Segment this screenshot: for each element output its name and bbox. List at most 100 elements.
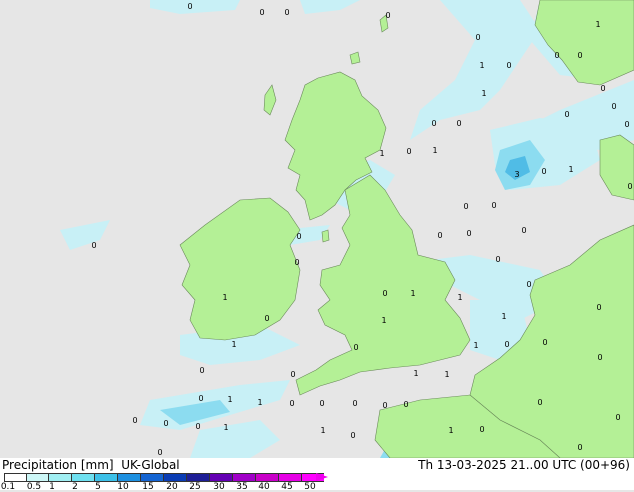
legend-swatch: [209, 473, 232, 482]
legend-swatch: [232, 473, 255, 482]
precip-value-label: 1: [413, 369, 418, 378]
precip-value-label: 0: [597, 353, 602, 362]
precip-value-label: 1: [227, 395, 232, 404]
map-canvas: 0 0 0 0 0 1 0 0 1 0 1 0 0 0 0 0 0 1 3 0 1 1 0 0 0 0 0 0 0 0 0 0 0 0 0 1 1 0 0 1…: [0, 0, 634, 458]
legend-tick-label: 2: [72, 482, 78, 492]
precip-value-label: 0: [382, 289, 387, 298]
precip-value-label: 1: [481, 89, 486, 98]
precip-value-label: 0: [491, 201, 496, 210]
precip-value-label: 0: [624, 120, 629, 129]
precip-value-label: 1: [568, 165, 573, 174]
product-title: Precipitation [mm] UK-Global: [2, 458, 180, 472]
precip-value-label: 1: [320, 426, 325, 435]
color-scale: [4, 473, 324, 482]
legend-tick-label: 5: [95, 482, 101, 492]
legend-tick-label: 0.1: [0, 482, 16, 492]
precip-value-label: 1: [257, 398, 262, 407]
precip-value-label: 0: [264, 314, 269, 323]
precip-value-label: 3: [514, 170, 519, 179]
precip-value-label: 0: [542, 338, 547, 347]
precip-value-label: 0: [504, 340, 509, 349]
precip-value-label: 0: [506, 61, 511, 70]
precip-value-label: 0: [537, 398, 542, 407]
precip-value-label: 0: [596, 303, 601, 312]
precip-value-label: 0: [495, 255, 500, 264]
precip-value-label: 0: [475, 33, 480, 42]
precip-value-label: 0: [466, 229, 471, 238]
precip-value-label: 0: [521, 226, 526, 235]
precip-value-label: 0: [198, 394, 203, 403]
precip-value-label: 0: [319, 399, 324, 408]
precip-value-label: 0: [554, 51, 559, 60]
precip-value-label: 0: [187, 2, 192, 11]
precip-value-label: 0: [431, 119, 436, 128]
legend-tick-label: 20: [166, 482, 178, 492]
legend-swatch: [255, 473, 278, 482]
legend-tick-label: 0.5: [26, 482, 42, 492]
precip-value-label: 1: [222, 293, 227, 302]
precip-value-label: 0: [463, 202, 468, 211]
legend-swatch: [163, 473, 186, 482]
precip-value-label: 0: [627, 182, 632, 191]
precip-value-label: 0: [526, 280, 531, 289]
weather-map[interactable]: 0 0 0 0 0 1 0 0 1 0 1 0 0 0 0 0 0 1 3 0 1 1 0 0 0 0 0 0 0 0 0 0 0 0 0 1 1 0 0 1…: [0, 0, 634, 458]
legend-swatch: [26, 473, 48, 482]
precip-value-label: 1: [432, 146, 437, 155]
precip-value-label: 1: [501, 312, 506, 321]
precip-value-label: 0: [611, 102, 616, 111]
precip-value-label: 0: [600, 84, 605, 93]
precip-value-label: 1: [479, 61, 484, 70]
legend-swatch: [48, 473, 71, 482]
precip-value-label: 0: [615, 413, 620, 422]
precip-value-label: 1: [381, 316, 386, 325]
precip-value-label: 0: [350, 431, 355, 440]
model-name: UK-Global: [121, 458, 180, 472]
valid-time: Th 13-03-2025 21..00 UTC (00+96): [418, 458, 630, 472]
legend-swatch: [4, 473, 26, 482]
precip-value-label: 0: [157, 448, 162, 457]
legend-swatch: [117, 473, 140, 482]
precip-value-label: 0: [479, 425, 484, 434]
legend-overflow-arrow: [316, 473, 328, 481]
legend-tick-label: 40: [258, 482, 270, 492]
precip-value-label: 0: [352, 399, 357, 408]
legend-tick-labels: 0.1 0.5 1 2 5 10 15 20 25 30 35 40 45 50: [0, 482, 634, 492]
legend-swatch: [278, 473, 301, 482]
precip-value-label: 1: [448, 426, 453, 435]
precip-value-label: 0: [132, 416, 137, 425]
isle-of-man: [321, 229, 330, 243]
precip-value-label: 0: [259, 8, 264, 17]
precip-value-label: 1: [595, 20, 600, 29]
precip-value-label: 0: [437, 231, 442, 240]
precip-value-label: 0: [163, 419, 168, 428]
precip-value-label: 0: [284, 8, 289, 17]
precip-value-label: 0: [385, 11, 390, 20]
legend-tick-label: 1: [49, 482, 55, 492]
precip-value-label: 0: [564, 110, 569, 119]
legend-swatch: [140, 473, 163, 482]
legend-swatch: [71, 473, 94, 482]
precip-value-label: 0: [577, 443, 582, 452]
precip-value-label: 1: [410, 289, 415, 298]
precip-value-label: 0: [199, 366, 204, 375]
precip-value-label: 0: [296, 232, 301, 241]
precip-value-label: 1: [457, 293, 462, 302]
precip-value-label: 0: [577, 51, 582, 60]
legend-tick-label: 25: [189, 482, 201, 492]
precip-value-label: 0: [294, 258, 299, 267]
legend-tick-label: 35: [236, 482, 248, 492]
precip-value-label: 1: [444, 370, 449, 379]
legend-tick-label: 10: [117, 482, 129, 492]
precip-value-label: 1: [231, 340, 236, 349]
legend-swatch: [186, 473, 209, 482]
legend-tick-label: 30: [213, 482, 225, 492]
precip-value-label: 1: [379, 149, 384, 158]
legend-swatch: [94, 473, 117, 482]
precip-value-label: 1: [223, 423, 228, 432]
precip-value-label: 0: [289, 399, 294, 408]
product-name: Precipitation [mm]: [2, 458, 114, 472]
precip-value-label: 0: [406, 147, 411, 156]
precip-value-label: 0: [195, 422, 200, 431]
legend-tick-label: 50: [304, 482, 316, 492]
legend-tick-label: 45: [281, 482, 293, 492]
